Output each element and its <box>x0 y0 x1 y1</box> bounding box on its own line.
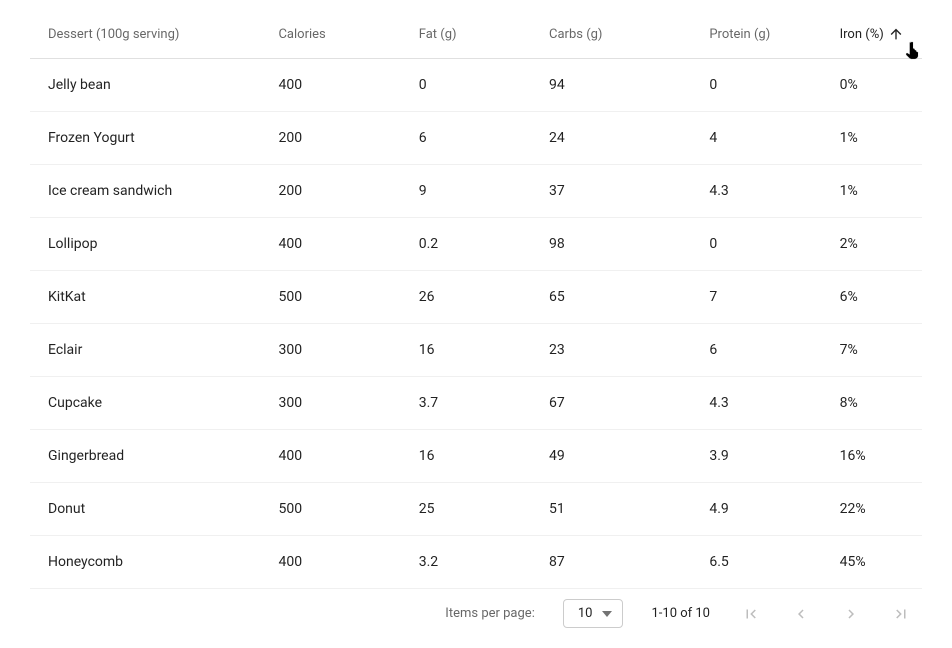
cell-iron: 1% <box>822 165 922 218</box>
cell-protein: 7 <box>691 271 821 324</box>
column-header-fat[interactable]: Fat (g) <box>401 10 531 59</box>
range-label: 1-10 of 10 <box>651 606 710 621</box>
cell-iron: 6% <box>822 271 922 324</box>
cell-fat: 25 <box>401 483 531 536</box>
table-row: Honeycomb4003.2876.545% <box>30 536 922 589</box>
column-header-label: Dessert (100g serving) <box>48 27 179 42</box>
cell-fat: 9 <box>401 165 531 218</box>
cell-dessert: Ice cream sandwich <box>30 165 260 218</box>
column-header-label: Fat (g) <box>419 27 457 42</box>
cell-calories: 300 <box>260 377 400 430</box>
cell-calories: 400 <box>260 59 400 112</box>
last-page-button[interactable] <box>888 601 914 627</box>
cell-dessert: Donut <box>30 483 260 536</box>
cell-dessert: Eclair <box>30 324 260 377</box>
cell-iron: 45% <box>822 536 922 589</box>
column-header-label: Carbs (g) <box>549 27 602 42</box>
cell-protein: 4.9 <box>691 483 821 536</box>
cell-dessert: Frozen Yogurt <box>30 112 260 165</box>
cell-carbs: 37 <box>531 165 691 218</box>
cell-dessert: Gingerbread <box>30 430 260 483</box>
chevron-right-icon <box>842 605 860 623</box>
cell-calories: 200 <box>260 165 400 218</box>
column-header-label: Calories <box>278 27 325 42</box>
last-page-icon <box>892 605 910 623</box>
cell-iron: 22% <box>822 483 922 536</box>
data-table: Dessert (100g serving) Calories Fat (g) … <box>30 10 922 589</box>
chevron-left-icon <box>792 605 810 623</box>
column-header-calories[interactable]: Calories <box>260 10 400 59</box>
table-row: Lollipop4000.29802% <box>30 218 922 271</box>
cell-calories: 400 <box>260 218 400 271</box>
cell-iron: 2% <box>822 218 922 271</box>
cell-carbs: 65 <box>531 271 691 324</box>
items-per-page-label: Items per page: <box>445 606 535 621</box>
table-row: Ice cream sandwich2009374.31% <box>30 165 922 218</box>
first-page-icon <box>742 605 760 623</box>
cell-calories: 500 <box>260 483 400 536</box>
table-row: Frozen Yogurt20062441% <box>30 112 922 165</box>
cell-protein: 0 <box>691 59 821 112</box>
table-row: Jelly bean40009400% <box>30 59 922 112</box>
cell-dessert: Jelly bean <box>30 59 260 112</box>
table-row: Donut50025514.922% <box>30 483 922 536</box>
paginator: Items per page: 10 1-10 of 10 <box>30 589 922 628</box>
cell-fat: 16 <box>401 324 531 377</box>
page-size-select[interactable]: 10 <box>563 599 624 628</box>
previous-page-button[interactable] <box>788 601 814 627</box>
cell-fat: 26 <box>401 271 531 324</box>
next-page-button[interactable] <box>838 601 864 627</box>
cell-iron: 7% <box>822 324 922 377</box>
sort-ascending-icon <box>888 26 904 42</box>
column-header-dessert[interactable]: Dessert (100g serving) <box>30 10 260 59</box>
cell-dessert: Lollipop <box>30 218 260 271</box>
pointer-cursor-icon <box>902 40 922 60</box>
table-row: Gingerbread40016493.916% <box>30 430 922 483</box>
column-header-label: Protein (g) <box>709 27 770 42</box>
cell-protein: 4 <box>691 112 821 165</box>
cell-protein: 4.3 <box>691 377 821 430</box>
cell-iron: 16% <box>822 430 922 483</box>
cell-dessert: Cupcake <box>30 377 260 430</box>
cell-fat: 3.7 <box>401 377 531 430</box>
cell-carbs: 23 <box>531 324 691 377</box>
column-header-carbs[interactable]: Carbs (g) <box>531 10 691 59</box>
cell-protein: 4.3 <box>691 165 821 218</box>
cell-iron: 8% <box>822 377 922 430</box>
column-header-label: Iron (%) <box>840 27 884 42</box>
cell-protein: 0 <box>691 218 821 271</box>
cell-calories: 300 <box>260 324 400 377</box>
cell-protein: 3.9 <box>691 430 821 483</box>
cell-fat: 0 <box>401 59 531 112</box>
table-row: Eclair300162367% <box>30 324 922 377</box>
page-size-value: 10 <box>578 606 593 621</box>
cell-dessert: KitKat <box>30 271 260 324</box>
cell-fat: 0.2 <box>401 218 531 271</box>
cell-protein: 6.5 <box>691 536 821 589</box>
cell-calories: 200 <box>260 112 400 165</box>
cell-iron: 1% <box>822 112 922 165</box>
cell-fat: 3.2 <box>401 536 531 589</box>
cell-carbs: 51 <box>531 483 691 536</box>
cell-carbs: 24 <box>531 112 691 165</box>
cell-carbs: 98 <box>531 218 691 271</box>
table-row: Cupcake3003.7674.38% <box>30 377 922 430</box>
cell-calories: 500 <box>260 271 400 324</box>
dropdown-arrow-icon <box>602 611 612 617</box>
cell-calories: 400 <box>260 430 400 483</box>
table-row: KitKat500266576% <box>30 271 922 324</box>
cell-carbs: 67 <box>531 377 691 430</box>
cell-dessert: Honeycomb <box>30 536 260 589</box>
first-page-button[interactable] <box>738 601 764 627</box>
cell-iron: 0% <box>822 59 922 112</box>
cell-carbs: 49 <box>531 430 691 483</box>
cell-carbs: 87 <box>531 536 691 589</box>
cell-calories: 400 <box>260 536 400 589</box>
cell-carbs: 94 <box>531 59 691 112</box>
column-header-iron[interactable]: Iron (%) <box>822 10 922 59</box>
cell-fat: 16 <box>401 430 531 483</box>
column-header-protein[interactable]: Protein (g) <box>691 10 821 59</box>
cell-protein: 6 <box>691 324 821 377</box>
cell-fat: 6 <box>401 112 531 165</box>
